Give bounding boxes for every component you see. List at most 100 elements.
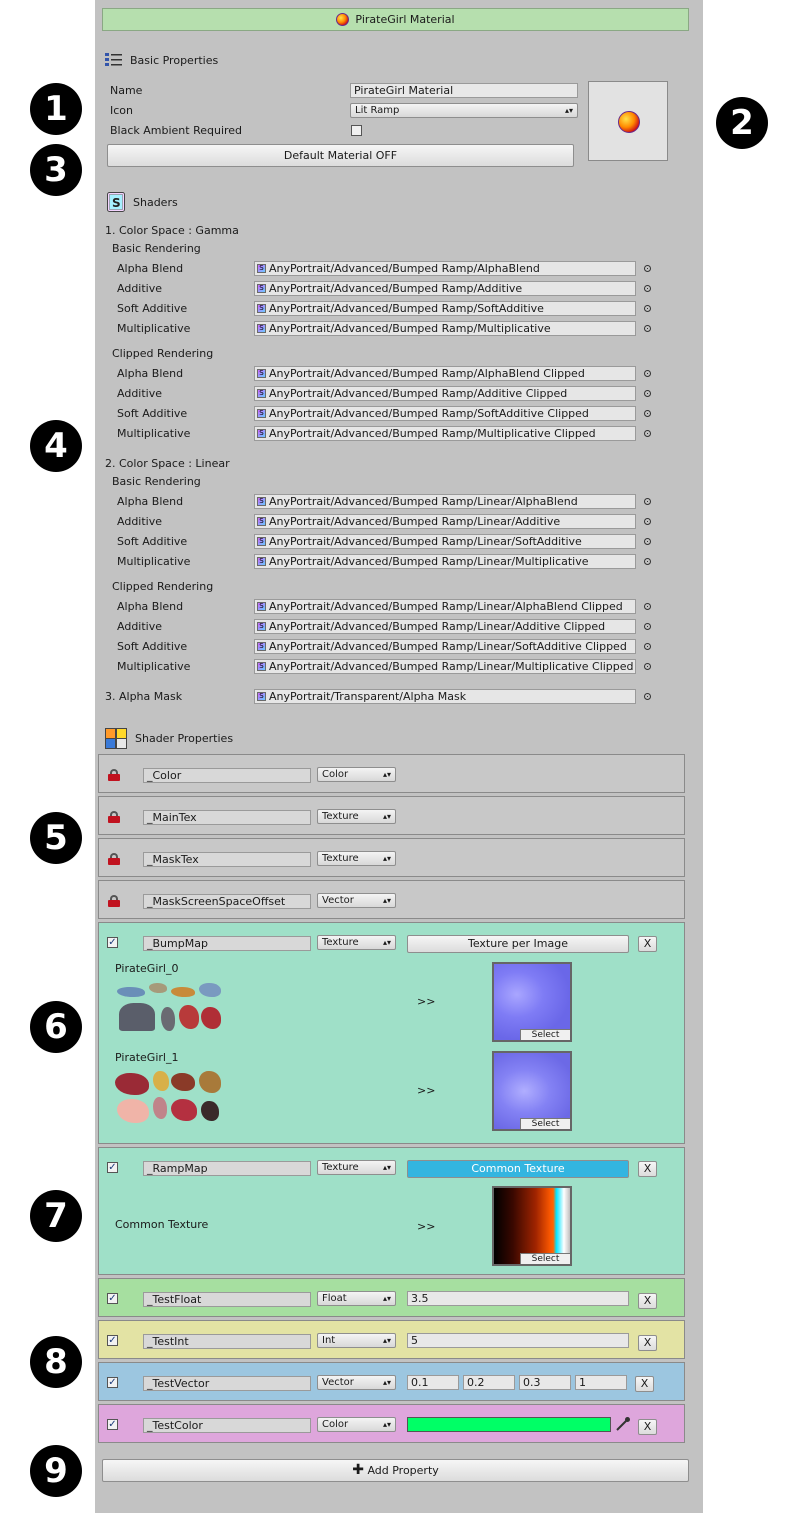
shader-field[interactable]: S AnyPortrait/Advanced/Bumped Ramp/Multip… (254, 321, 636, 336)
object-picker-icon[interactable] (644, 305, 651, 312)
shader-field[interactable]: S AnyPortrait/Advanced/Bumped Ramp/SoftAd… (254, 301, 636, 316)
float-remove-button[interactable]: X (638, 1293, 657, 1309)
black-ambient-checkbox[interactable] (351, 125, 362, 136)
vector-type-dropdown[interactable]: Vector ▴▾ (317, 1375, 396, 1390)
shader-field[interactable]: S AnyPortrait/Advanced/Bumped Ramp/Additi… (254, 386, 636, 401)
shader-field[interactable]: S AnyPortrait/Advanced/Bumped Ramp/Linear… (254, 534, 636, 549)
select-button-0[interactable]: Select (520, 1029, 570, 1040)
shader-icon: S (107, 192, 125, 212)
shader-field[interactable]: S AnyPortrait/Advanced/Bumped Ramp/Linear… (254, 599, 636, 614)
rampmap-enabled-checkbox[interactable]: ✓ (107, 1162, 118, 1173)
color-type-dropdown[interactable]: Color ▴▾ (317, 1417, 396, 1432)
rampmap-remove-button[interactable]: X (638, 1161, 657, 1177)
rampmap-name-input[interactable]: _RampMap (143, 1161, 311, 1176)
icon-preview (588, 81, 668, 161)
bumpmap-property: ✓ _BumpMap Texture ▴▾ Texture per Image X… (98, 922, 685, 1144)
rampmap-select-button[interactable]: Select (520, 1253, 570, 1264)
shader-field[interactable]: S AnyPortrait/Advanced/Bumped Ramp/Linear… (254, 639, 636, 654)
alpha-mask-shader-field[interactable]: S AnyPortrait/Transparent/Alpha Mask (254, 689, 636, 704)
callout-badge-7: 7 (30, 1190, 82, 1242)
default-material-button[interactable]: Default Material OFF (107, 144, 574, 167)
shader-field[interactable]: S AnyPortrait/Advanced/Bumped Ramp/AlphaB… (254, 366, 636, 381)
object-picker-icon[interactable] (644, 558, 651, 565)
property-type-dropdown[interactable]: Texture ▴▾ (317, 851, 396, 866)
bumpmap-name-input[interactable]: _BumpMap (143, 936, 311, 951)
shader-field[interactable]: S AnyPortrait/Advanced/Bumped Ramp/Linear… (254, 554, 636, 569)
add-property-button[interactable]: ✚ Add Property (102, 1459, 689, 1482)
property-name-input[interactable]: _MaskTex (143, 852, 311, 867)
shader-field[interactable]: S AnyPortrait/Advanced/Bumped Ramp/SoftAd… (254, 406, 636, 421)
object-picker-icon[interactable] (644, 370, 651, 377)
common-texture-button[interactable]: Common Texture (407, 1160, 629, 1178)
bumpmap-remove-button[interactable]: X (638, 936, 657, 952)
lock-icon (108, 811, 120, 823)
int-name-input[interactable]: _TestInt (143, 1334, 311, 1349)
callout-badge-6: 6 (30, 1001, 82, 1053)
shader-field[interactable]: S AnyPortrait/Advanced/Bumped Ramp/Linear… (254, 494, 636, 509)
bumpmap-thumbnail-0[interactable]: Select (492, 962, 572, 1042)
shader-row-label: Additive (117, 620, 162, 633)
select-button-1[interactable]: Select (520, 1118, 570, 1129)
color-swatch[interactable] (407, 1417, 611, 1432)
object-picker-icon[interactable] (644, 390, 651, 397)
object-picker-icon[interactable] (644, 430, 651, 437)
property-name-input[interactable]: _MaskScreenSpaceOffset (143, 894, 311, 909)
object-picker-icon[interactable] (644, 325, 651, 332)
object-picker-icon[interactable] (644, 498, 651, 505)
int-enabled-checkbox[interactable]: ✓ (107, 1335, 118, 1346)
eyedropper-icon[interactable] (615, 1416, 631, 1432)
object-picker-icon[interactable] (644, 643, 651, 650)
rampmap-thumbnail[interactable]: Select (492, 1186, 572, 1266)
float-type-dropdown[interactable]: Float ▴▾ (317, 1291, 396, 1306)
vector-w-input[interactable]: 1 (575, 1375, 627, 1390)
object-picker-icon[interactable] (644, 623, 651, 630)
color-remove-button[interactable]: X (638, 1419, 657, 1435)
shader-field[interactable]: S AnyPortrait/Advanced/Bumped Ramp/AlphaB… (254, 261, 636, 276)
bumpmap-enabled-checkbox[interactable]: ✓ (107, 937, 118, 948)
float-enabled-checkbox[interactable]: ✓ (107, 1293, 118, 1304)
float-name-input[interactable]: _TestFloat (143, 1292, 311, 1307)
shader-path: AnyPortrait/Advanced/Bumped Ramp/Multipl… (269, 322, 551, 335)
bumpmap-thumbnail-1[interactable]: Select (492, 1051, 572, 1131)
name-input[interactable]: PirateGirl Material (350, 83, 578, 98)
shader-field[interactable]: S AnyPortrait/Advanced/Bumped Ramp/Linear… (254, 619, 636, 634)
object-picker-icon[interactable] (644, 285, 651, 292)
shader-field[interactable]: S AnyPortrait/Advanced/Bumped Ramp/Linear… (254, 659, 636, 674)
object-picker-icon[interactable] (644, 518, 651, 525)
object-picker-icon[interactable] (644, 603, 651, 610)
vector-remove-button[interactable]: X (635, 1376, 654, 1392)
object-picker-icon[interactable] (644, 663, 651, 670)
bumpmap-type-dropdown[interactable]: Texture ▴▾ (317, 935, 396, 950)
property-name-input[interactable]: _MainTex (143, 810, 311, 825)
shader-field[interactable]: S AnyPortrait/Advanced/Bumped Ramp/Additi… (254, 281, 636, 296)
int-value-input[interactable]: 5 (407, 1333, 629, 1348)
property-type-dropdown[interactable]: Color ▴▾ (317, 767, 396, 782)
svg-text:S: S (112, 196, 121, 210)
vector-y-input[interactable]: 0.2 (463, 1375, 515, 1390)
callout-badge-2: 2 (716, 97, 768, 149)
int-type-dropdown[interactable]: Int ▴▾ (317, 1333, 396, 1348)
object-picker-icon[interactable] (644, 538, 651, 545)
color-enabled-checkbox[interactable]: ✓ (107, 1419, 118, 1430)
property-type-dropdown[interactable]: Texture ▴▾ (317, 809, 396, 824)
shader-field[interactable]: S AnyPortrait/Advanced/Bumped Ramp/Linear… (254, 514, 636, 529)
float-value-input[interactable]: 3.5 (407, 1291, 629, 1306)
object-picker-icon[interactable] (644, 693, 651, 700)
vector-enabled-checkbox[interactable]: ✓ (107, 1377, 118, 1388)
vector-x-input[interactable]: 0.1 (407, 1375, 459, 1390)
color-name-input[interactable]: _TestColor (143, 1418, 311, 1433)
vector-name-input[interactable]: _TestVector (143, 1376, 311, 1391)
shader-file-icon: S (257, 537, 266, 546)
property-name-input[interactable]: _Color (143, 768, 311, 783)
icon-dropdown[interactable]: Lit Ramp ▴▾ (350, 103, 578, 118)
texture-per-image-button[interactable]: Texture per Image (407, 935, 629, 953)
vector-z-input[interactable]: 0.3 (519, 1375, 571, 1390)
shader-row-label: Alpha Blend (117, 600, 184, 613)
shader-file-icon: S (257, 264, 266, 273)
shader-field[interactable]: S AnyPortrait/Advanced/Bumped Ramp/Multip… (254, 426, 636, 441)
object-picker-icon[interactable] (644, 410, 651, 417)
int-remove-button[interactable]: X (638, 1335, 657, 1351)
property-type-dropdown[interactable]: Vector ▴▾ (317, 893, 396, 908)
object-picker-icon[interactable] (644, 265, 651, 272)
rampmap-type-dropdown[interactable]: Texture ▴▾ (317, 1160, 396, 1175)
